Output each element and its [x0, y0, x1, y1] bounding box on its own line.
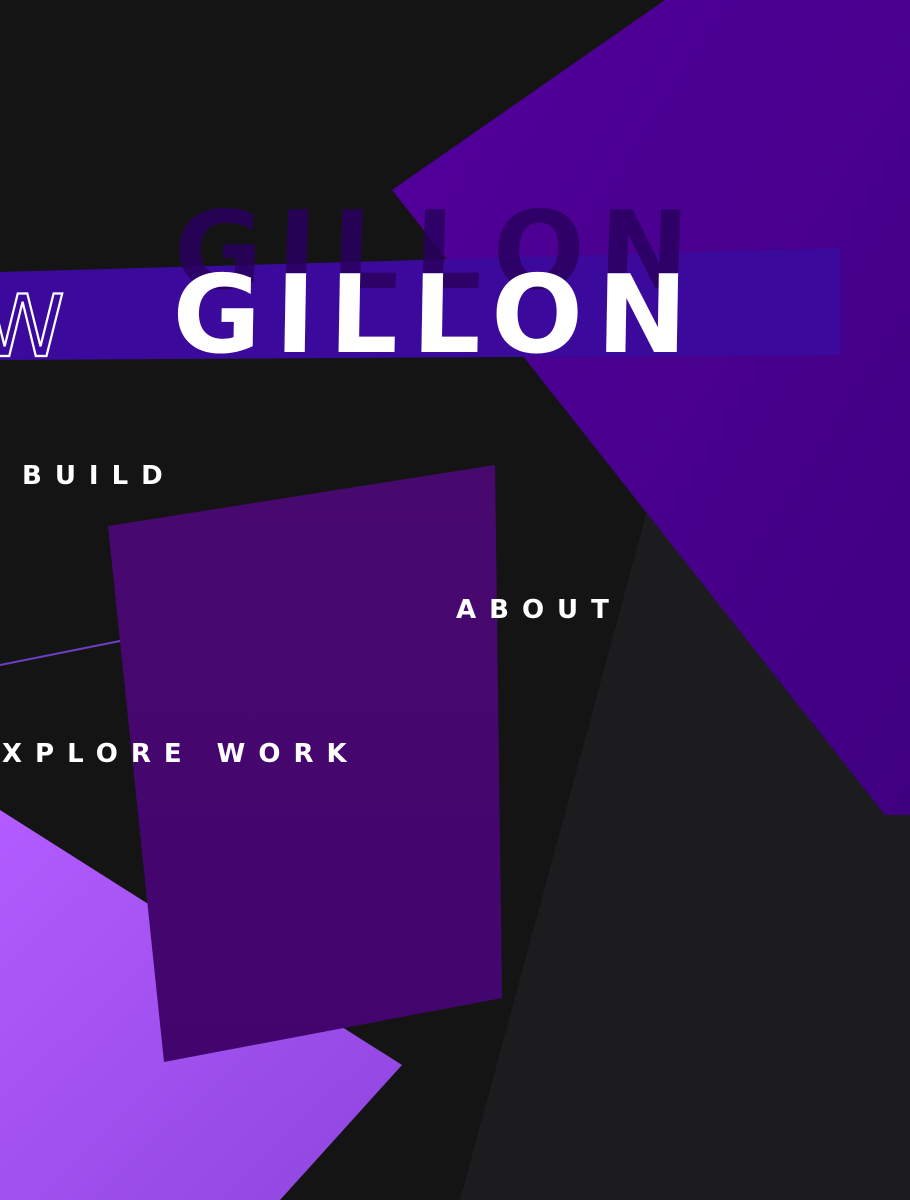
background-shapes: [0, 0, 910, 1200]
logo-band: [0, 248, 840, 360]
nav-about-link[interactable]: ABOUT: [456, 597, 622, 623]
hero-stage: GILLON W GILLON BUILD ABOUT XPLORE WORK: [0, 0, 910, 1200]
nav-build-link[interactable]: BUILD: [22, 463, 176, 489]
accent-line: [0, 639, 126, 666]
nav-explore-work-link[interactable]: XPLORE WORK: [2, 741, 360, 767]
